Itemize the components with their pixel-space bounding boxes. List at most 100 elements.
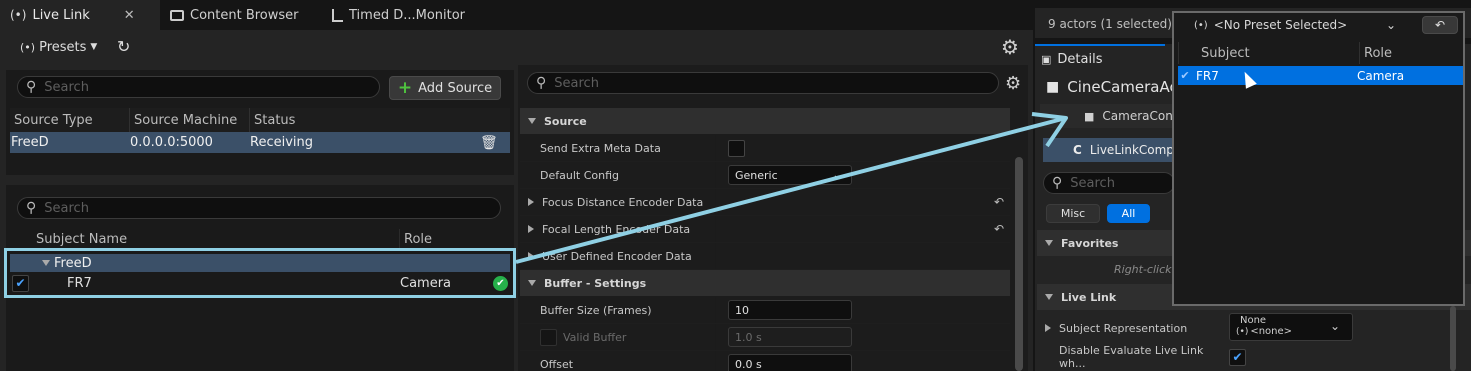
preset-combo[interactable]: (•) <No Preset Selected> ⌄ xyxy=(1180,15,1402,35)
section-source[interactable]: Source xyxy=(520,108,1010,134)
expand-arrow-icon[interactable] xyxy=(1045,324,1051,332)
chevron-down-icon: ⌄ xyxy=(832,169,841,181)
disable-evaluate-label: Disable Evaluate Live Link wh... xyxy=(1059,344,1204,370)
prop-label: Focus Distance Encoder Data xyxy=(542,195,704,209)
component-live-link[interactable]: C LiveLinkComp xyxy=(1043,138,1175,162)
send-extra-checkbox[interactable] xyxy=(728,139,745,157)
column-role[interactable]: Role xyxy=(1360,42,1463,64)
column-source-type[interactable]: Source Type xyxy=(10,108,130,132)
collapse-arrow-icon xyxy=(528,280,536,286)
component-camera-label: CameraCon xyxy=(1102,109,1173,123)
refresh-icon[interactable]: ↻ xyxy=(117,37,130,56)
column-status[interactable]: Status xyxy=(250,108,510,132)
column-source-machine[interactable]: Source Machine xyxy=(130,108,250,132)
preset-subject-checkbox[interactable]: ✔ xyxy=(1178,69,1192,83)
subject-representation-dropdown[interactable]: None (•) <none> ⌄ xyxy=(1229,313,1353,341)
search-icon: ⚲ xyxy=(1052,175,1063,191)
prop-send-extra-meta-data: Send Extra Meta Data xyxy=(520,135,1010,162)
actor-header: ■ CineCameraAc xyxy=(1046,78,1178,96)
details-settings-icon[interactable]: ⚙ xyxy=(1005,73,1021,94)
live-link-component-icon: C xyxy=(1073,143,1082,157)
subjects-search-placeholder: Search xyxy=(44,200,89,216)
section-buffer-settings[interactable]: Buffer - Settings xyxy=(520,270,1010,296)
default-config-value: Generic xyxy=(735,168,778,182)
actor-name: CineCameraAc xyxy=(1067,78,1178,96)
tab-content-browser-label: Content Browser xyxy=(190,7,299,23)
trash-icon[interactable]: 🗑 xyxy=(480,135,498,151)
prop-label: User Defined Encoder Data xyxy=(542,249,692,263)
subjects-search-input[interactable]: ⚲ Search xyxy=(17,197,501,219)
component-camera[interactable]: ■ CameraCon xyxy=(1040,104,1175,128)
source-status-cell: Receiving xyxy=(250,135,314,150)
live-link-icon: (•) xyxy=(1194,19,1208,31)
chevron-down-icon: ▼ xyxy=(90,42,98,52)
details-scrollbar[interactable] xyxy=(1015,157,1023,371)
buffer-size-input[interactable]: 10 xyxy=(728,300,852,320)
prop-label: Default Config xyxy=(520,162,716,188)
tab-content-browser[interactable]: Content Browser xyxy=(160,0,320,30)
reset-arrow-icon: ↶ xyxy=(1434,18,1446,32)
preset-revert-button[interactable]: ↶ xyxy=(1422,16,1458,34)
preset-subject-cell: FR7 xyxy=(1196,68,1219,83)
subjects-table-header: Subject Name Role xyxy=(10,229,510,250)
valid-buffer-input[interactable]: 1.0 s xyxy=(728,327,852,347)
expand-arrow-icon[interactable] xyxy=(528,198,534,206)
actor-count: 9 actors (1 selected) xyxy=(1048,17,1172,31)
prop-user-defined[interactable]: User Defined Encoder Data xyxy=(520,243,1010,270)
preset-subject-row[interactable]: ✔ FR7 Camera xyxy=(1178,66,1463,85)
prop-label: Offset xyxy=(520,351,716,371)
disable-evaluate-checkbox[interactable]: ✔ xyxy=(1229,348,1246,366)
tab-timed-data-monitor[interactable]: Timed D...Monitor xyxy=(322,0,482,30)
live-link-icon: (•) xyxy=(1236,326,1249,337)
expand-arrow-icon[interactable] xyxy=(528,225,534,233)
default-config-dropdown[interactable]: Generic ⌄ xyxy=(728,165,852,185)
settings-gear-icon[interactable]: ⚙ xyxy=(1001,35,1019,59)
reset-arrow-icon[interactable]: ↶ xyxy=(994,222,1004,236)
column-subject-name[interactable]: Subject Name xyxy=(10,229,400,250)
filter-all-label: All xyxy=(1121,207,1136,220)
column-subject[interactable]: Subject xyxy=(1178,42,1360,64)
reset-arrow-icon[interactable]: ↶ xyxy=(994,195,1004,209)
chevron-down-icon: ⌄ xyxy=(1385,18,1396,32)
details-tab-label: Details xyxy=(1057,51,1103,67)
plus-icon: + xyxy=(397,78,413,98)
collapse-arrow-icon xyxy=(1045,294,1053,300)
filter-misc-button[interactable]: Misc xyxy=(1046,204,1100,223)
live-link-icon: (•) xyxy=(10,8,27,22)
details-right-scrollbar[interactable] xyxy=(1450,306,1456,371)
filter-misc-label: Misc xyxy=(1060,207,1086,220)
presets-button[interactable]: (•) Presets ▼ xyxy=(20,37,97,57)
prop-label: Send Extra Meta Data xyxy=(520,135,716,161)
sources-search-placeholder: Search xyxy=(44,79,89,95)
offset-input[interactable]: 0.0 s xyxy=(728,354,852,371)
expand-arrow-icon[interactable] xyxy=(528,252,534,260)
preset-combo-label: <No Preset Selected> xyxy=(1213,18,1348,32)
prop-focus-distance[interactable]: Focus Distance Encoder Data ↶ xyxy=(520,189,1010,216)
filter-all-button[interactable]: All xyxy=(1107,204,1150,223)
source-type-cell: FreeD xyxy=(11,135,49,150)
search-icon: ⚲ xyxy=(26,200,37,216)
tab-live-link[interactable]: (•) Live Link ✕ xyxy=(0,0,160,30)
subject-rep-bottom: <none> xyxy=(1250,326,1293,337)
details-filter-placeholder: Search xyxy=(1070,175,1115,191)
sources-search-input[interactable]: ⚲ Search xyxy=(17,76,380,98)
highlight-box xyxy=(4,248,516,298)
component-live-link-label: LiveLinkComp xyxy=(1089,143,1174,157)
details-tab[interactable]: ▣ Details xyxy=(1035,44,1165,72)
add-source-button[interactable]: + Add Source xyxy=(389,76,501,100)
prop-offset: Offset 0.0 s xyxy=(520,351,1010,371)
collapse-arrow-icon xyxy=(1045,240,1053,246)
source-row[interactable]: FreeD 0.0.0.0:5000 Receiving 🗑 xyxy=(10,132,510,153)
details-search-input[interactable]: ⚲ Search xyxy=(527,72,999,94)
details-search-placeholder: Search xyxy=(554,75,599,91)
live-link-icon: (•) xyxy=(20,40,36,54)
search-icon: ⚲ xyxy=(536,75,547,91)
section-source-label: Source xyxy=(544,114,587,128)
details-filter-search[interactable]: ⚲ Search xyxy=(1043,172,1175,194)
column-role[interactable]: Role xyxy=(400,229,510,250)
prop-focal-length[interactable]: Focal Length Encoder Data ↶ xyxy=(520,216,1010,243)
valid-buffer-checkbox[interactable] xyxy=(540,328,557,346)
tab-live-link-label: Live Link xyxy=(32,7,90,23)
source-machine-cell: 0.0.0.0:5000 xyxy=(130,135,213,150)
close-icon[interactable]: ✕ xyxy=(124,8,135,23)
